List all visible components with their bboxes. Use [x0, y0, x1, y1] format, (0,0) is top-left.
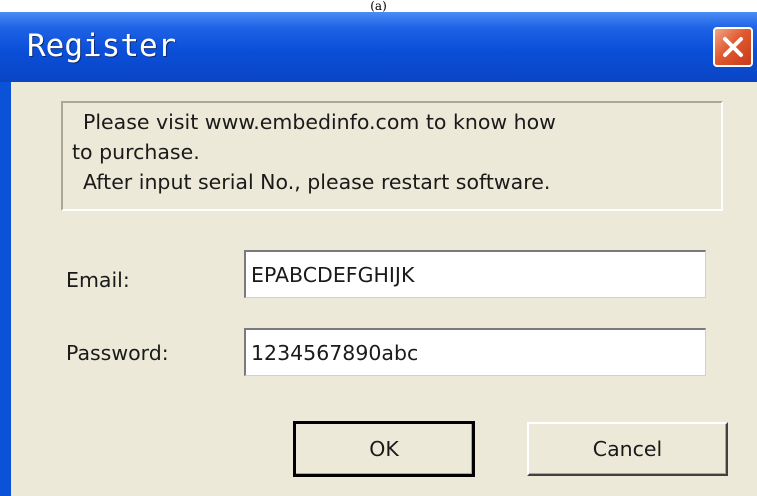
close-button[interactable]	[713, 27, 753, 67]
close-icon	[723, 37, 743, 57]
info-line-3: After input serial No., please restart s…	[83, 170, 551, 194]
password-field[interactable]	[244, 328, 706, 376]
window-title: Register	[27, 28, 177, 64]
dialog-client-area: Please visit www.embedinfo.com to know h…	[11, 82, 757, 496]
email-field[interactable]	[244, 250, 706, 298]
info-line-1: Please visit www.embedinfo.com to know h…	[83, 110, 556, 134]
cancel-button[interactable]: Cancel	[527, 422, 728, 476]
info-line-2: to purchase.	[72, 140, 200, 164]
info-panel: Please visit www.embedinfo.com to know h…	[61, 101, 723, 211]
ok-button[interactable]: OK	[293, 421, 475, 477]
title-bar[interactable]: Register	[0, 12, 757, 82]
register-dialog: Register Please visit www.embedinfo.com …	[0, 12, 757, 496]
password-label: Password:	[66, 341, 169, 365]
email-label: Email:	[66, 268, 130, 292]
